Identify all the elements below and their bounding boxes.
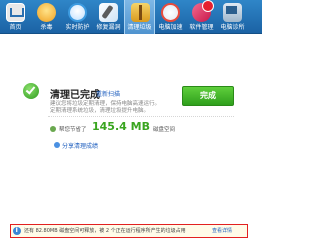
trojan-scan-icon bbox=[37, 3, 56, 22]
pc-clinic-icon bbox=[223, 3, 242, 22]
toolbar-label: 软件管理 bbox=[189, 24, 214, 31]
notice-bar: 还有 82.80MB 磁盘空间可释放，被 2 个正在运行程序所产生的垃圾占用 查… bbox=[10, 224, 248, 238]
toolbar-item-software[interactable]: 软件管理 bbox=[186, 0, 217, 34]
saved-space-icon bbox=[50, 126, 56, 132]
realtime-protect-icon bbox=[68, 3, 87, 22]
saved-space-prefix: 帮您节省了 bbox=[59, 127, 87, 133]
software-icon bbox=[192, 0, 214, 22]
success-check-icon bbox=[23, 83, 39, 99]
toolbar-item-trojan-scan[interactable]: 杀毒 bbox=[31, 0, 62, 34]
toolbar-label: 电脑加速 bbox=[158, 24, 183, 31]
clean-broom-icon bbox=[131, 3, 150, 22]
cleanup-result-window: 首页 杀毒 实时防护 修复漏洞 清理垃圾 电脑加速 软件管理 电脑诊所 清理已完… bbox=[0, 0, 262, 249]
finish-button[interactable]: 完成 bbox=[182, 86, 234, 106]
notice-text: 还有 82.80MB 磁盘空间可释放，被 2 个正在运行程序所产生的垃圾占用 bbox=[24, 228, 186, 234]
toolbar-label: 首页 bbox=[9, 24, 22, 31]
toolbar-item-pc-clinic[interactable]: 电脑诊所 bbox=[217, 0, 248, 34]
main-toolbar: 首页 杀毒 实时防护 修复漏洞 清理垃圾 电脑加速 软件管理 电脑诊所 bbox=[0, 0, 262, 34]
toolbar-label: 电脑诊所 bbox=[220, 24, 245, 31]
divider bbox=[48, 116, 234, 117]
toolbar-item-home[interactable]: 首页 bbox=[0, 0, 31, 34]
saved-space-size: 145.4 MB bbox=[92, 120, 150, 133]
info-icon bbox=[13, 226, 21, 235]
home-icon bbox=[6, 3, 25, 22]
toolbar-label: 修复漏洞 bbox=[96, 24, 121, 31]
rescan-link[interactable]: 重新扫描 bbox=[96, 89, 120, 98]
fix-icon bbox=[99, 3, 118, 22]
toolbar-label: 实时防护 bbox=[65, 24, 90, 31]
toolbar-item-fix[interactable]: 修复漏洞 bbox=[93, 0, 124, 34]
view-details-link[interactable]: 查看详情 bbox=[212, 227, 232, 234]
toolbar-label: 杀毒 bbox=[40, 24, 53, 31]
result-description-line-2: 定期清理系统垃圾，清理垃圾提升电脑。 bbox=[50, 108, 150, 114]
toolbar-item-speedup[interactable]: 电脑加速 bbox=[155, 0, 186, 34]
toolbar-label: 清理垃圾 bbox=[127, 24, 152, 31]
speedup-icon bbox=[161, 3, 180, 22]
share-icon bbox=[54, 142, 60, 148]
toolbar-item-realtime-protect[interactable]: 实时防护 bbox=[62, 0, 93, 34]
toolbar-item-clean[interactable]: 清理垃圾 bbox=[124, 0, 155, 34]
saved-space-suffix: 磁盘空间 bbox=[153, 127, 176, 133]
share-result-link[interactable]: 分享清理成绩 bbox=[62, 141, 98, 150]
check-mark bbox=[25, 84, 36, 95]
